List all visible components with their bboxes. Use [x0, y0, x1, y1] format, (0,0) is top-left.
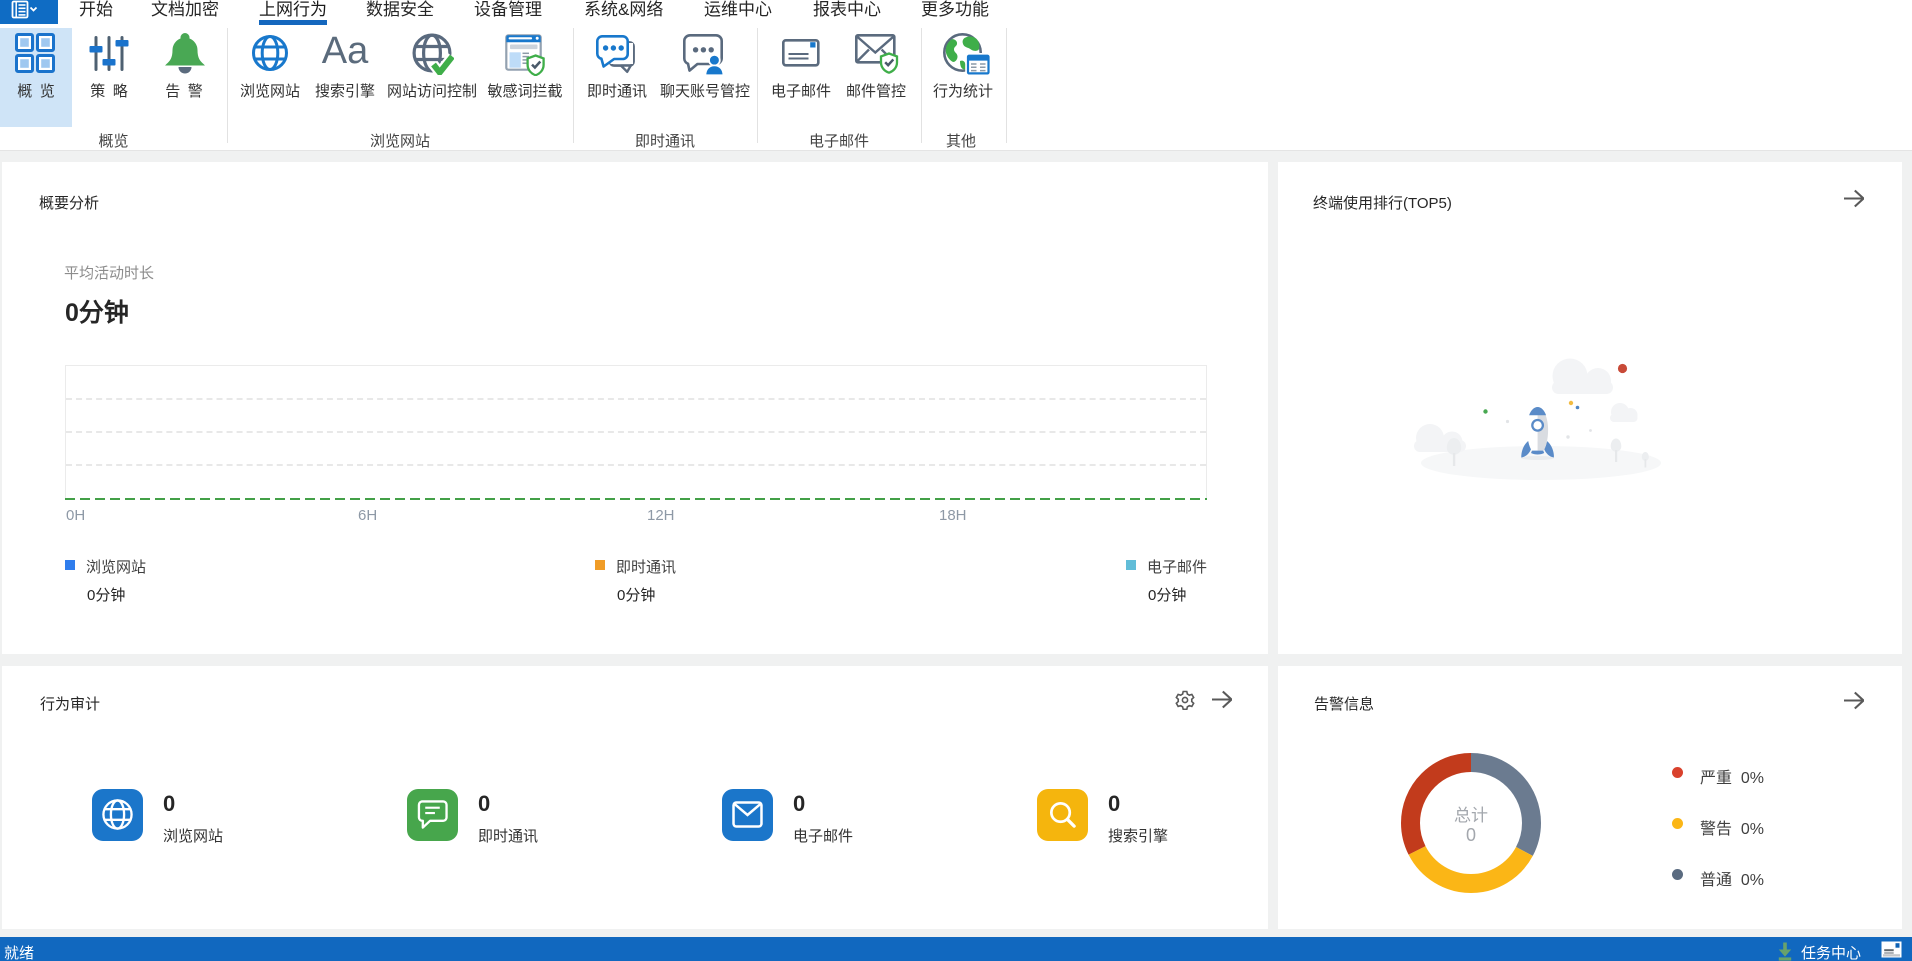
- svg-text:总计: 总计: [1454, 806, 1488, 825]
- svg-text:0: 0: [1466, 825, 1476, 845]
